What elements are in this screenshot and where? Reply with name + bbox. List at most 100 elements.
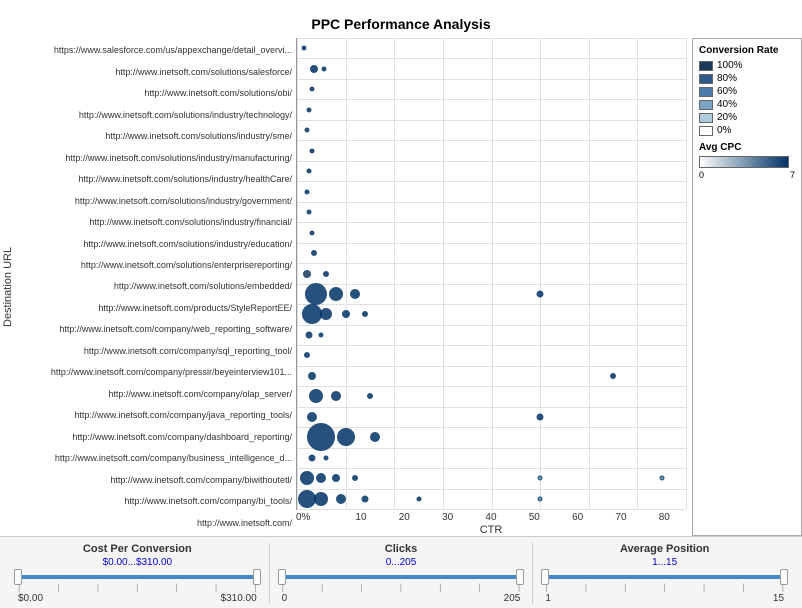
bottom-sliders: Cost Per Conversion$0.00...$310.00||||||… xyxy=(0,536,802,608)
y-axis-label: Destination URL xyxy=(0,38,16,536)
slider-tick: | xyxy=(742,582,744,592)
slider-track-container[interactable] xyxy=(18,572,257,581)
slider-handle-left[interactable] xyxy=(14,569,22,585)
slider-fill xyxy=(18,575,257,579)
slider-track-container[interactable] xyxy=(545,572,784,581)
bubble xyxy=(310,65,318,73)
url-label: http://www.inetsoft.com/solutions/indust… xyxy=(16,236,292,252)
x-tick-label: 0% xyxy=(296,512,339,523)
bubble xyxy=(304,352,310,358)
bubble xyxy=(537,413,544,420)
slider-handle-right[interactable] xyxy=(780,569,788,585)
legend-color-box xyxy=(699,74,713,84)
url-label: http://www.inetsoft.com/company/biwithou… xyxy=(16,472,292,488)
slider-tick: | xyxy=(97,582,99,592)
bubble xyxy=(308,454,315,461)
url-label: http://www.inetsoft.com/ xyxy=(16,515,292,531)
legend-item: 100% xyxy=(699,60,795,71)
slider-handle-right[interactable] xyxy=(516,569,524,585)
bubble xyxy=(307,210,312,215)
slider-tick: | xyxy=(663,582,665,592)
bubble xyxy=(307,169,312,174)
chart-area: PPC Performance Analysis Destination URL… xyxy=(0,0,802,536)
slider-track[interactable] xyxy=(18,575,257,579)
slider-labels-bottom: 0205 xyxy=(282,593,521,604)
legend-item: 20% xyxy=(699,112,795,123)
legend-color-box xyxy=(699,61,713,71)
bubble xyxy=(416,496,421,501)
url-label: http://www.inetsoft.com/company/business… xyxy=(16,451,292,467)
url-label: http://www.inetsoft.com/company/olap_ser… xyxy=(16,386,292,402)
chart-title: PPC Performance Analysis xyxy=(0,8,802,38)
x-axis-labels: 0%1020304050607080 xyxy=(296,512,686,523)
slider-range-text: $0.00...$310.00 xyxy=(103,557,173,568)
url-label: http://www.inetsoft.com/company/web_repo… xyxy=(16,322,292,338)
x-tick-label: 70 xyxy=(599,512,642,523)
bubble xyxy=(362,311,368,317)
bubble xyxy=(659,476,664,481)
slider-handle-left[interactable] xyxy=(278,569,286,585)
slider-labels-bottom: $0.00$310.00 xyxy=(18,593,257,604)
slider-tick: | xyxy=(215,582,217,592)
url-label: http://www.inetsoft.com/company/bi_tools… xyxy=(16,494,292,510)
plot-container: 0%1020304050607080 CTR xyxy=(296,38,686,536)
slider-handle-left[interactable] xyxy=(541,569,549,585)
bubble xyxy=(314,492,328,506)
x-tick-label: 60 xyxy=(556,512,599,523)
slider-handle-right[interactable] xyxy=(253,569,261,585)
bubble xyxy=(309,148,314,153)
legend-item-label: 0% xyxy=(717,125,731,136)
slider-fill xyxy=(545,575,784,579)
bubble xyxy=(309,389,323,403)
cpc-max: 7 xyxy=(790,170,795,180)
legend-cpc-title: Avg CPC xyxy=(699,142,795,153)
url-label: http://www.inetsoft.com/solutions/embedd… xyxy=(16,279,292,295)
bubble xyxy=(309,87,314,92)
bubble xyxy=(307,423,335,451)
bubble xyxy=(610,373,616,379)
slider-track[interactable] xyxy=(282,575,521,579)
slider-ticks: ||||||| xyxy=(18,582,257,592)
grid-line-v xyxy=(637,38,638,509)
bubble xyxy=(324,455,329,460)
slider-fill xyxy=(282,575,521,579)
x-tick-label: 40 xyxy=(469,512,512,523)
plot-area xyxy=(296,38,686,510)
slider-tick: | xyxy=(57,582,59,592)
grid-line-h xyxy=(297,509,686,510)
slider-tick: | xyxy=(321,582,323,592)
slider-track-container[interactable] xyxy=(282,572,521,581)
chart-content: https://www.salesforce.com/us/appexchang… xyxy=(16,38,802,536)
bubble xyxy=(329,287,343,301)
slider-tick: | xyxy=(624,582,626,592)
legend-item: 60% xyxy=(699,86,795,97)
bubble xyxy=(302,46,307,51)
main-container: PPC Performance Analysis Destination URL… xyxy=(0,0,802,608)
url-labels: https://www.salesforce.com/us/appexchang… xyxy=(16,38,296,536)
legend-item-label: 40% xyxy=(717,99,737,110)
slider-ticks: ||||||| xyxy=(545,582,784,592)
legend-item: 0% xyxy=(699,125,795,136)
url-label: http://www.inetsoft.com/company/java_rep… xyxy=(16,408,292,424)
legend-item-label: 80% xyxy=(717,73,737,84)
legend-item-label: 20% xyxy=(717,112,737,123)
slider-tick: | xyxy=(176,582,178,592)
bubble xyxy=(319,332,324,337)
url-label: http://www.inetsoft.com/solutions/indust… xyxy=(16,150,292,166)
x-tick-label: 80 xyxy=(643,512,686,523)
x-tick-label: 20 xyxy=(383,512,426,523)
slider-tick: | xyxy=(439,582,441,592)
bubble xyxy=(321,66,326,71)
slider-track[interactable] xyxy=(545,575,784,579)
bubble xyxy=(362,495,369,502)
legend-area: Conversion Rate 100%80%60%40%20%0% Avg C… xyxy=(692,38,802,536)
scatter-area: https://www.salesforce.com/us/appexchang… xyxy=(16,38,802,536)
url-label: http://www.inetsoft.com/solutions/salesf… xyxy=(16,64,292,80)
bubble xyxy=(337,428,355,446)
bubble xyxy=(320,308,332,320)
url-label: http://www.inetsoft.com/company/dashboar… xyxy=(16,429,292,445)
url-label: http://www.inetsoft.com/company/pressir/… xyxy=(16,365,292,381)
x-tick-label: 50 xyxy=(513,512,556,523)
slider-tick: | xyxy=(400,582,402,592)
x-axis-title: CTR xyxy=(296,524,686,536)
